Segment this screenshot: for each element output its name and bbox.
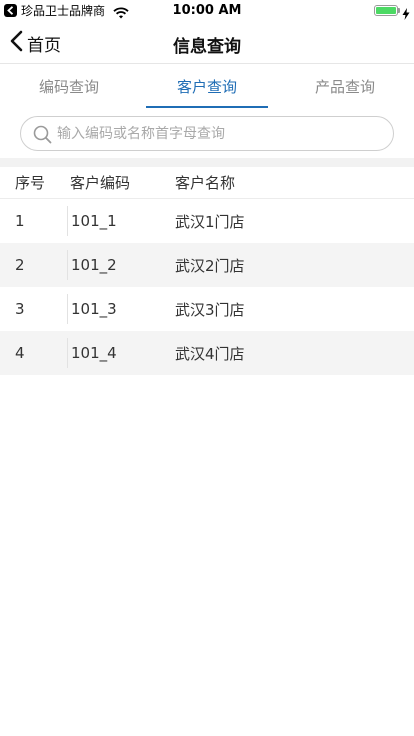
section-divider [0,158,414,167]
cell-customer-code: 101_4 [67,338,173,368]
cell-index: 2 [15,256,25,274]
query-tabs: 编码查询 客户查询 产品查询 [0,65,414,109]
search-box [20,116,394,151]
cell-customer-code: 101_2 [67,250,173,280]
cell-index: 3 [15,300,25,318]
cell-customer-code: 101_1 [67,206,173,236]
page-title: 信息查询 [173,37,241,57]
search-input[interactable] [57,117,377,150]
battery-tip [398,8,400,13]
cell-customer-name: 武汉3门店 [175,300,245,319]
tab-customer-query[interactable]: 客户查询 [138,65,276,109]
table-row[interactable]: 2 101_2 武汉2门店 [0,243,414,287]
table-row[interactable]: 4 101_4 武汉4门店 [0,331,414,375]
cell-index: 1 [15,212,25,230]
battery-icon [374,5,398,16]
table-row[interactable]: 1 101_1 武汉1门店 [0,199,414,243]
table-header: 序号 客户编码 客户名称 [0,167,414,199]
search-icon [33,125,52,144]
table-body: 1 101_1 武汉1门店 2 101_2 武汉2门店 3 101_3 武汉3门… [0,199,414,375]
status-bar: 珍品卫士品牌商 10:00 AM [0,0,414,22]
column-header-customer-name: 客户名称 [175,174,236,192]
cell-customer-code: 101_3 [67,294,173,324]
tab-product-query[interactable]: 产品查询 [276,65,414,109]
customer-table: 序号 客户编码 客户名称 1 101_1 武汉1门店 2 101_2 武汉2门店… [0,167,414,375]
cell-index: 4 [15,344,25,362]
column-header-index: 序号 [15,174,46,192]
column-header-customer-code: 客户编码 [70,173,131,192]
tab-code-query[interactable]: 编码查询 [0,65,138,109]
clock: 10:00 AM [172,3,242,18]
navigation-bar: 首页 信息查询 [0,22,414,64]
cell-customer-name: 武汉2门店 [175,256,245,275]
table-row[interactable]: 3 101_3 武汉3门店 [0,287,414,331]
cell-customer-name: 武汉1门店 [175,212,245,231]
cell-customer-name: 武汉4门店 [175,344,245,363]
